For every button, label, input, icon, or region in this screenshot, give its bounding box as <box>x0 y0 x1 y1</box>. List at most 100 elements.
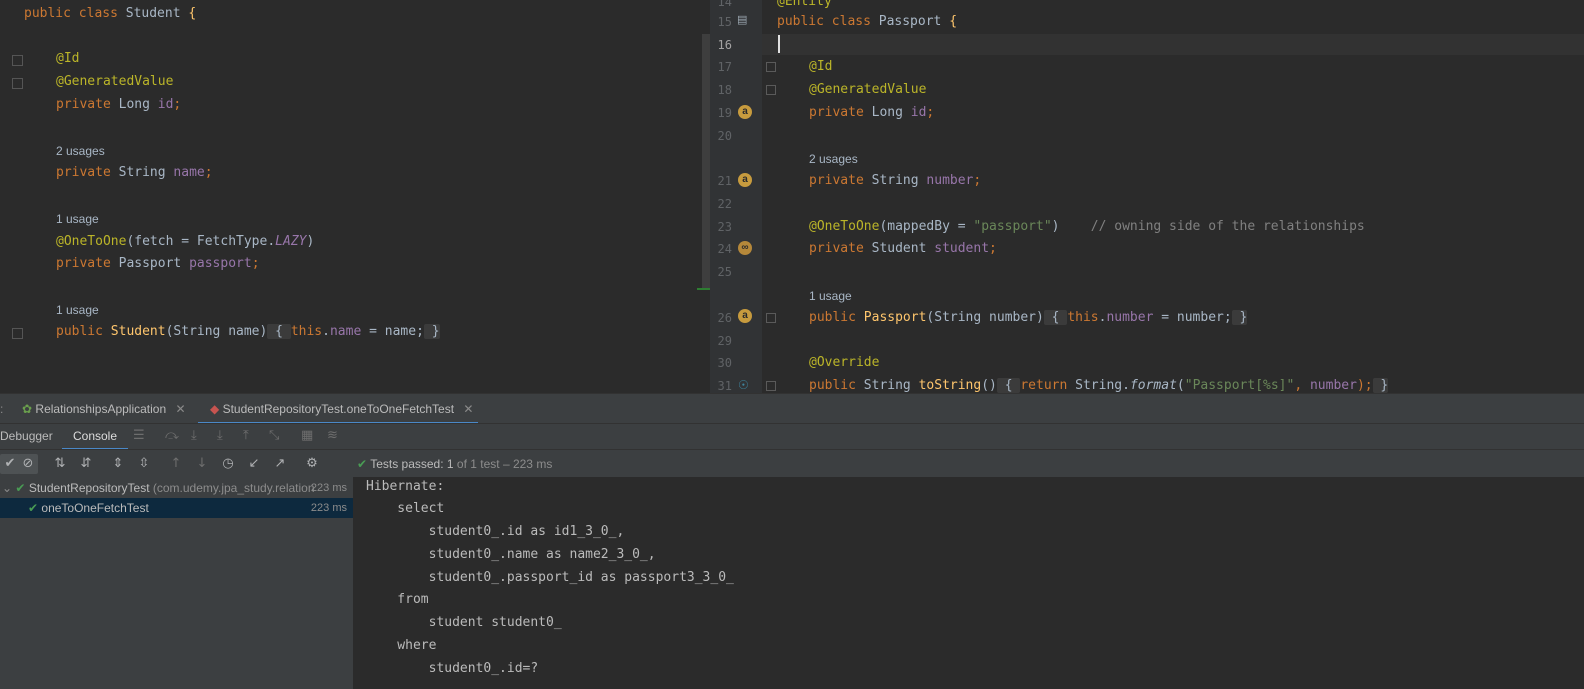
bean-icon[interactable]: a <box>738 173 752 187</box>
line-number: 24 <box>717 242 732 256</box>
code-line-id-field: private Long id; <box>809 105 935 120</box>
tests-total: of 1 test – 223 ms <box>453 457 553 471</box>
line-number: 15 <box>717 15 732 29</box>
code-line-id-annotation: @Id <box>56 51 80 66</box>
code-line-number-field: private String number; <box>809 173 982 188</box>
export-tests-icon[interactable]: ↗ <box>270 454 290 474</box>
code-line-constructor: public Student(String name) { this.name … <box>56 324 440 339</box>
relation-icon[interactable]: ∞ <box>738 241 752 255</box>
import-tests-icon[interactable]: ↙ <box>244 454 264 474</box>
override-icon[interactable]: ☉ <box>738 378 752 392</box>
step-over-icon[interactable]: ⤼ <box>165 424 179 448</box>
check-icon: ✔ <box>357 457 368 471</box>
fold-marker[interactable] <box>12 55 23 66</box>
tests-passed-count: 1 <box>446 457 454 471</box>
usages-hint[interactable]: 1 usage <box>56 301 99 319</box>
code-line-id-field: private Long id; <box>56 97 182 112</box>
force-step-into-icon[interactable]: ⤓ <box>217 424 223 448</box>
console-line: where <box>366 638 437 653</box>
usages-hint[interactable]: 1 usage <box>809 287 852 305</box>
expand-all-icon[interactable]: ⇕ <box>108 454 128 474</box>
test-history-icon[interactable]: ◷ <box>218 454 238 474</box>
line-number: 16 <box>717 38 732 52</box>
console-output[interactable]: Hibernate: select student0_.id as id1_3_… <box>354 477 1584 689</box>
test-case-row[interactable]: ✔ oneToOneFetchTest 223 ms <box>0 498 353 518</box>
close-icon[interactable]: ✕ <box>463 402 473 416</box>
prev-failed-icon[interactable]: ↑ <box>166 454 186 474</box>
test-status: ✔ Tests passed: 1 of 1 test – 223 ms <box>357 454 552 474</box>
step-out-icon[interactable]: ⤒ <box>243 424 249 448</box>
threads-icon[interactable]: ☰ <box>133 424 145 448</box>
debug-subtabs-bar: Debugger Console ☰ ⤼ ⤓ ⤓ ⤒ ⤡ ▦ ≋ <box>0 423 1584 450</box>
console-line: student0_.id=? <box>366 661 539 676</box>
usages-hint[interactable]: 2 usages <box>809 150 858 168</box>
code-line-id-annotation: @Id <box>809 59 833 74</box>
line-number: 22 <box>717 197 732 211</box>
line-number: 26 <box>717 311 732 325</box>
fold-marker[interactable] <box>766 85 776 95</box>
fold-marker[interactable] <box>12 328 23 339</box>
line-number: 18 <box>717 83 732 97</box>
bean-icon[interactable]: a <box>738 105 752 119</box>
change-marker <box>697 288 710 290</box>
fold-marker[interactable] <box>12 78 23 89</box>
code-line-onetoone: @OneToOne(fetch = FetchType.LAZY) <box>56 234 315 249</box>
line-number: 20 <box>717 129 732 143</box>
console-line: student0_.id as id1_3_0_, <box>366 524 625 539</box>
check-icon: ✔ <box>15 481 26 495</box>
fold-marker[interactable] <box>766 62 776 72</box>
tab-debugger[interactable]: Debugger <box>0 424 53 448</box>
test-duration: 223 ms <box>310 502 347 514</box>
test-runner-toolbar: ✔ ⊘ ⇅ ⇵ ⇕ ⇳ ↑ ↓ ◷ ↙ ↗ ⚙ ✔ Tests passed: … <box>0 449 1584 478</box>
fold-marker[interactable] <box>766 381 776 391</box>
console-line: student0_.name as name2_3_0_, <box>366 547 656 562</box>
fold-marker[interactable] <box>766 313 776 323</box>
test-results-tree[interactable]: ⌄ ✔ StudentRepositoryTest (com.udemy.jpa… <box>0 477 354 689</box>
line-number: 21 <box>717 174 732 188</box>
line-number: 31 <box>717 379 732 393</box>
line-number: 25 <box>717 265 732 279</box>
suite-package: (com.udemy.jpa_study.relation <box>149 481 315 495</box>
tab-relationships-application[interactable]: ✿ RelationshipsApplication ✕ <box>22 394 186 422</box>
code-line-override: @Override <box>809 355 880 370</box>
console-line: student0_.passport_id as passport3_3_0_ <box>366 570 742 585</box>
usages-hint[interactable]: 2 usages <box>56 142 105 160</box>
close-icon[interactable]: ✕ <box>176 402 186 416</box>
run-tabs-bar: : ✿ RelationshipsApplication ✕ ◆ Student… <box>0 393 1584 425</box>
line-number: 14 <box>717 0 732 9</box>
test-suite-row[interactable]: ⌄ ✔ StudentRepositoryTest (com.udemy.jpa… <box>0 478 353 498</box>
test-name: oneToOneFetchTest <box>41 501 149 515</box>
tests-passed-label: Tests passed: <box>370 457 447 471</box>
sort-alpha-icon[interactable]: ⇅ <box>50 454 70 474</box>
collapse-all-icon[interactable]: ⇳ <box>134 454 154 474</box>
sort-duration-icon[interactable]: ⇵ <box>76 454 96 474</box>
show-passed-icon[interactable]: ✔ <box>0 454 20 474</box>
database-icon[interactable]: ▤ <box>737 13 751 27</box>
next-failed-icon[interactable]: ↓ <box>192 454 212 474</box>
console-line: from <box>366 592 429 607</box>
spring-app-icon: ✿ <box>22 402 33 416</box>
tab-label: RelationshipsApplication <box>35 402 167 416</box>
show-ignored-icon[interactable]: ⊘ <box>18 454 38 474</box>
code-line-generated-value: @GeneratedValue <box>809 82 927 97</box>
evaluate-icon[interactable]: ▦ <box>301 424 313 448</box>
run-to-cursor-icon[interactable]: ⤡ <box>269 424 279 448</box>
editor-scrollbar[interactable] <box>702 34 710 289</box>
left-editor[interactable]: public class Student { @Id @GeneratedVal… <box>0 0 710 393</box>
bean-icon[interactable]: a <box>738 309 752 323</box>
right-editor[interactable]: 14 15 16 17 18 19 20 21 22 23 24 25 26 2… <box>710 0 1584 393</box>
chevron-down-icon[interactable]: ⌄ <box>2 481 12 495</box>
tab-console[interactable]: Console <box>62 424 128 450</box>
code-line-name-field: private String name; <box>56 165 213 180</box>
usages-hint[interactable]: 1 usage <box>56 210 99 228</box>
settings-gear-icon[interactable]: ⚙ <box>302 454 322 474</box>
tab-label: StudentRepositoryTest.oneToOneFetchTest <box>222 402 455 416</box>
step-into-icon[interactable]: ⤓ <box>191 424 197 448</box>
code-line-class-decl: public class Passport { <box>777 14 958 29</box>
line-number: 17 <box>717 60 732 74</box>
line-number: 29 <box>717 334 732 348</box>
line-number: 30 <box>717 356 732 370</box>
trace-icon[interactable]: ≋ <box>327 424 338 448</box>
tab-student-repository-test[interactable]: ◆ StudentRepositoryTest.oneToOneFetchTes… <box>198 394 478 425</box>
console-line: student student0_ <box>366 615 570 630</box>
